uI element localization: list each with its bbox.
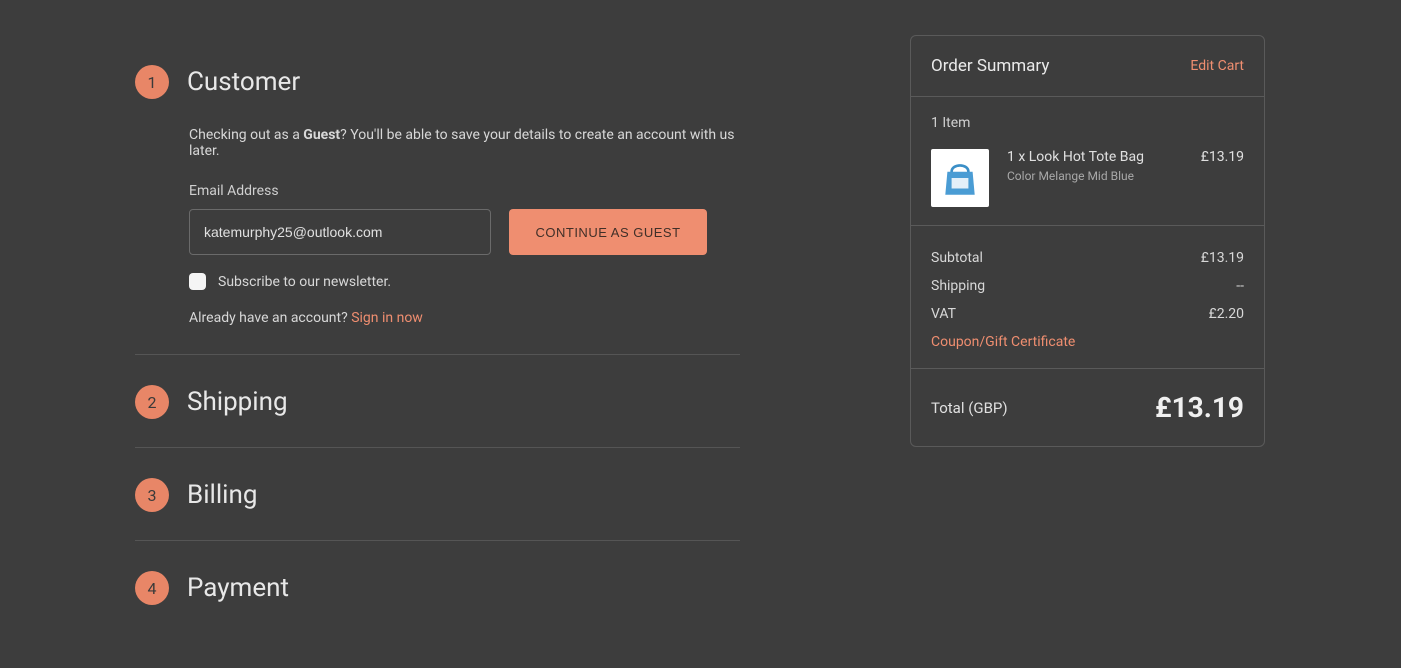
newsletter-checkbox[interactable] — [189, 273, 206, 290]
step-payment: 4 Payment — [135, 541, 740, 633]
shipping-value: -- — [1236, 278, 1244, 294]
signin-prefix: Already have an account? — [189, 310, 351, 326]
item-count: 1 Item — [931, 115, 1244, 131]
step-title: Customer — [187, 67, 300, 97]
email-field[interactable] — [189, 209, 491, 255]
item-variant: Color Melange Mid Blue — [1007, 169, 1183, 183]
subtotal-row: Subtotal £13.19 — [931, 244, 1244, 272]
item-name: 1 x Look Hot Tote Bag — [1007, 149, 1183, 165]
step-number-badge: 2 — [135, 385, 169, 419]
tote-bag-icon — [939, 157, 981, 199]
email-row: CONTINUE AS GUEST — [189, 209, 740, 255]
newsletter-label: Subscribe to our newsletter. — [218, 274, 391, 290]
item-meta: 1 x Look Hot Tote Bag Color Melange Mid … — [1007, 149, 1183, 183]
step-title: Shipping — [187, 387, 288, 417]
step-header-shipping: 2 Shipping — [135, 355, 740, 419]
item-price: £13.19 — [1201, 149, 1244, 165]
cart-item: 1 x Look Hot Tote Bag Color Melange Mid … — [931, 149, 1244, 207]
guest-prefix: Checking out as a — [189, 127, 303, 143]
shipping-row: Shipping -- — [931, 272, 1244, 300]
guest-checkout-text: Checking out as a Guest? You'll be able … — [189, 127, 740, 159]
step-number-badge: 3 — [135, 478, 169, 512]
newsletter-row: Subscribe to our newsletter. — [189, 273, 740, 290]
coupon-link[interactable]: Coupon/Gift Certificate — [931, 328, 1244, 350]
vat-row: VAT £2.20 — [931, 300, 1244, 328]
subtotal-value: £13.19 — [1201, 250, 1244, 266]
step-title: Payment — [187, 573, 289, 603]
grand-total-label: Total (GBP) — [931, 399, 1008, 417]
order-summary-panel: Order Summary Edit Cart 1 Item 1 x Look … — [910, 35, 1265, 447]
continue-as-guest-button[interactable]: CONTINUE AS GUEST — [509, 209, 707, 255]
grand-total-row: Total (GBP) £13.19 — [911, 369, 1264, 446]
subtotal-label: Subtotal — [931, 250, 983, 266]
signin-prompt: Already have an account? Sign in now — [189, 310, 740, 326]
step-customer: 1 Customer Checking out as a Guest? You'… — [135, 35, 740, 354]
product-thumbnail — [931, 149, 989, 207]
edit-cart-link[interactable]: Edit Cart — [1190, 58, 1244, 74]
grand-total-value: £13.19 — [1155, 391, 1244, 424]
signin-link[interactable]: Sign in now — [351, 310, 423, 326]
step-header-payment: 4 Payment — [135, 541, 740, 605]
shipping-label: Shipping — [931, 278, 985, 294]
step-number-badge: 1 — [135, 65, 169, 99]
guest-bold: Guest — [303, 127, 340, 143]
summary-items: 1 Item 1 x Look Hot Tote Bag Color Melan… — [911, 97, 1264, 226]
summary-totals: Subtotal £13.19 Shipping -- VAT £2.20 Co… — [911, 226, 1264, 369]
checkout-steps: 1 Customer Checking out as a Guest? You'… — [135, 35, 740, 633]
step-billing: 3 Billing — [135, 448, 740, 540]
order-summary: Order Summary Edit Cart 1 Item 1 x Look … — [910, 35, 1265, 447]
summary-header: Order Summary Edit Cart — [911, 36, 1264, 97]
summary-title: Order Summary — [931, 56, 1049, 76]
vat-label: VAT — [931, 306, 956, 322]
step-number-badge: 4 — [135, 571, 169, 605]
step-header-customer: 1 Customer — [135, 35, 740, 99]
step-shipping: 2 Shipping — [135, 355, 740, 447]
email-label: Email Address — [189, 183, 740, 199]
vat-value: £2.20 — [1209, 306, 1244, 322]
customer-body: Checking out as a Guest? You'll be able … — [135, 99, 740, 326]
step-header-billing: 3 Billing — [135, 448, 740, 512]
step-title: Billing — [187, 480, 257, 510]
